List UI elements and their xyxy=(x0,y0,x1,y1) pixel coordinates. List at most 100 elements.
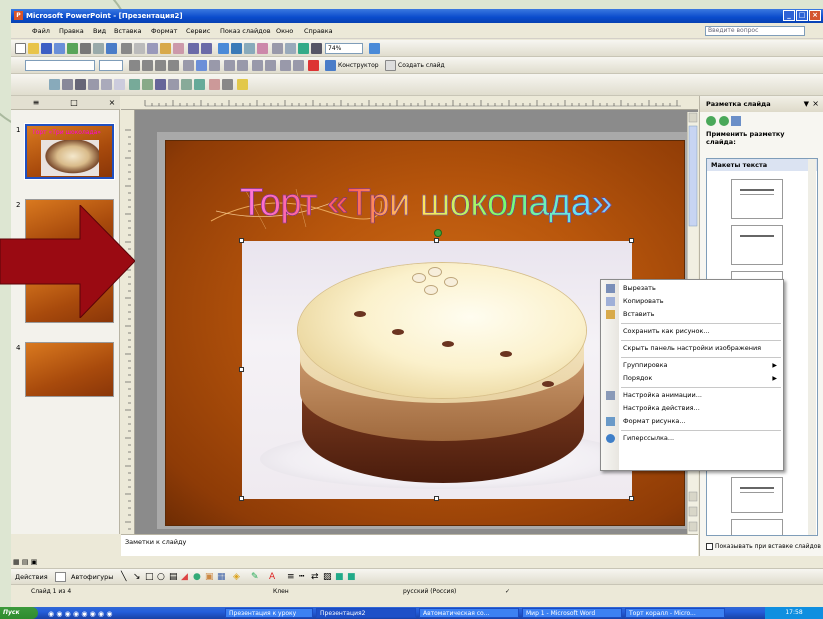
increase-font-icon[interactable] xyxy=(252,60,263,71)
actions-menu[interactable]: Действия xyxy=(15,569,48,585)
insert-image-icon[interactable] xyxy=(257,43,268,54)
layout-content[interactable] xyxy=(731,477,783,513)
format-painter-icon[interactable] xyxy=(173,43,184,54)
crop-icon[interactable] xyxy=(129,79,140,90)
menu-item-hyperlink[interactable]: Гиперссылка... xyxy=(601,432,783,445)
more-contrast-icon[interactable] xyxy=(75,79,86,90)
help-icon[interactable] xyxy=(369,43,380,54)
resize-handle[interactable] xyxy=(434,238,439,243)
designer-button[interactable]: Конструктор xyxy=(338,60,379,71)
menu-item-hide-picture-toolbar[interactable]: Скрыть панель настройки изображения xyxy=(601,342,783,355)
bullets-icon[interactable] xyxy=(237,60,248,71)
clipart-icon[interactable]: ▣ xyxy=(205,569,214,585)
menu-edit[interactable]: Правка xyxy=(56,23,87,39)
menu-item-cut[interactable]: Вырезать xyxy=(601,282,783,295)
bold-icon[interactable] xyxy=(129,60,140,71)
shadow-style-icon[interactable]: ▨ xyxy=(323,569,332,585)
toolbar-options-icon[interactable] xyxy=(237,79,248,90)
task-button-active[interactable]: Презентация2 xyxy=(316,608,416,618)
select-objects-icon[interactable] xyxy=(55,572,66,582)
color-grayscale-icon[interactable] xyxy=(311,43,322,54)
undo-icon[interactable] xyxy=(188,43,199,54)
permission-icon[interactable] xyxy=(54,43,65,54)
show-on-insert-checkbox[interactable]: Показывать при вставке слайдов xyxy=(706,542,823,552)
back-icon[interactable] xyxy=(706,116,716,126)
format-picture-icon[interactable] xyxy=(194,79,205,90)
paste-icon[interactable] xyxy=(160,43,171,54)
resize-handle[interactable] xyxy=(629,238,634,243)
menu-item-format-picture[interactable]: Формат рисунка... xyxy=(601,415,783,428)
email-icon[interactable] xyxy=(67,43,78,54)
cut-icon[interactable] xyxy=(134,43,145,54)
less-brightness-icon[interactable] xyxy=(114,79,125,90)
menu-format[interactable]: Формат xyxy=(148,23,180,39)
compress-pictures-icon[interactable] xyxy=(168,79,179,90)
oval-icon[interactable]: ○ xyxy=(157,569,165,585)
dash-style-icon[interactable]: ┅ xyxy=(299,569,304,585)
less-contrast-icon[interactable] xyxy=(88,79,99,90)
zoom-select[interactable]: 74% xyxy=(325,43,363,54)
insert-chart-icon[interactable] xyxy=(218,43,229,54)
new-slide-button[interactable]: Создать слайд xyxy=(398,60,445,71)
align-left-icon[interactable] xyxy=(183,60,194,71)
copy-icon[interactable] xyxy=(147,43,158,54)
autoshapes-menu[interactable]: Автофигуры xyxy=(71,569,113,585)
menu-tools[interactable]: Сервис xyxy=(183,23,213,39)
toolbar-options-icon[interactable]: ■ xyxy=(347,569,356,585)
title-bar[interactable]: P Microsoft PowerPoint - [Презентация2] … xyxy=(11,9,823,23)
minimize-icon[interactable]: _ xyxy=(783,10,795,21)
outline-tab-icon[interactable]: ≡ xyxy=(29,98,43,108)
line-color-icon[interactable]: ✎ xyxy=(251,569,259,585)
forward-icon[interactable] xyxy=(718,116,729,126)
reset-picture-icon[interactable] xyxy=(222,79,233,90)
notes-pane[interactable]: Заметки к слайду xyxy=(121,534,698,556)
fill-color-icon[interactable]: ◈ xyxy=(233,569,240,585)
slide-title[interactable]: Торт «Три шоколада» xyxy=(166,182,686,225)
decrease-font-icon[interactable] xyxy=(265,60,276,71)
new-slide-icon[interactable] xyxy=(385,60,396,71)
insert-table-icon[interactable] xyxy=(231,43,242,54)
print-icon[interactable] xyxy=(80,43,91,54)
underline-icon[interactable] xyxy=(155,60,166,71)
menu-slideshow[interactable]: Показ слайдов xyxy=(217,23,274,39)
align-right-icon[interactable] xyxy=(209,60,220,71)
menu-help[interactable]: Справка xyxy=(301,23,336,39)
tables-icon[interactable] xyxy=(244,43,255,54)
align-center-icon[interactable] xyxy=(196,60,207,71)
resize-handle[interactable] xyxy=(629,496,634,501)
layout-content-2[interactable] xyxy=(731,519,783,535)
slide-thumbnail-1[interactable]: Торт «Три шоколада» xyxy=(24,123,115,180)
3d-style-icon[interactable]: ■ xyxy=(335,569,344,585)
font-select[interactable] xyxy=(25,60,95,71)
rotate-handle[interactable] xyxy=(434,229,442,237)
slide-thumbnail-4[interactable] xyxy=(25,342,114,397)
line-style-icon[interactable] xyxy=(155,79,166,90)
layout-title-slide[interactable] xyxy=(731,179,783,219)
close-icon[interactable]: × xyxy=(809,10,821,21)
font-color-icon[interactable]: A xyxy=(269,569,275,585)
rectangle-icon[interactable]: □ xyxy=(145,569,154,585)
home-icon[interactable] xyxy=(731,116,742,126)
resize-handle[interactable] xyxy=(434,496,439,501)
line-style-icon[interactable]: ≡ xyxy=(287,569,295,585)
more-brightness-icon[interactable] xyxy=(101,79,112,90)
redo-icon[interactable] xyxy=(201,43,212,54)
resize-handle[interactable] xyxy=(239,496,244,501)
italic-icon[interactable] xyxy=(142,60,153,71)
decrease-indent-icon[interactable] xyxy=(280,60,291,71)
normal-view-icon[interactable]: ▦ xyxy=(13,558,20,566)
menu-item-save-as-picture[interactable]: Сохранить как рисунок... xyxy=(601,325,783,338)
rotate-left-icon[interactable] xyxy=(142,79,153,90)
preview-icon[interactable] xyxy=(93,43,104,54)
recolor-icon[interactable] xyxy=(181,79,192,90)
menu-item-copy[interactable]: Копировать xyxy=(601,295,783,308)
menu-item-order[interactable]: Порядок ▶ xyxy=(601,372,783,385)
task-button[interactable]: Автоматическая со... xyxy=(419,608,519,618)
cake-picture[interactable] xyxy=(239,229,634,501)
diagram-icon[interactable]: ● xyxy=(193,569,201,585)
help-search-input[interactable]: Введите вопрос xyxy=(705,26,805,36)
resize-handle[interactable] xyxy=(239,367,244,372)
picture-icon[interactable]: ▦ xyxy=(217,569,226,585)
expand-icon[interactable] xyxy=(272,43,283,54)
dropdown-icon[interactable]: ▼ xyxy=(804,100,809,108)
